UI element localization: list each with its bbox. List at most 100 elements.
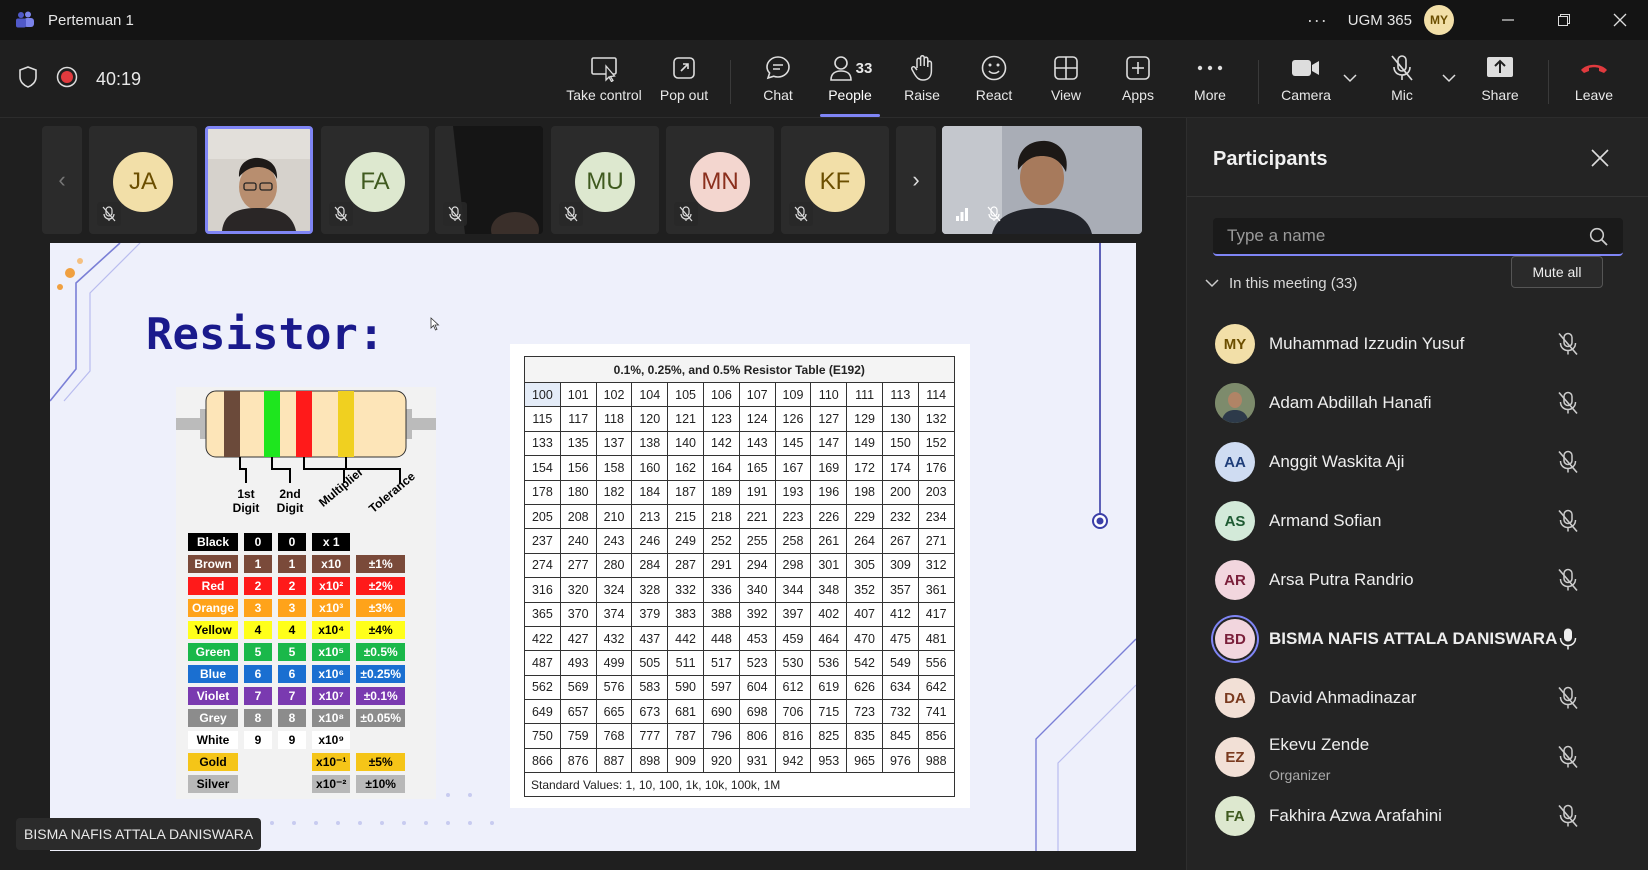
participant-row[interactable]: MY Muhammad Izzudin Yusuf	[1187, 314, 1648, 374]
color-code-d1: 9	[244, 731, 273, 749]
mic-options-chevron-icon[interactable]	[1442, 70, 1456, 88]
participant-tile[interactable]: JA	[89, 126, 197, 234]
pop-out-button[interactable]: Pop out	[648, 52, 720, 112]
e192-cell: 274	[524, 552, 561, 579]
apps-button[interactable]: Apps	[1102, 52, 1174, 112]
participant-role: Organizer	[1269, 767, 1331, 783]
e192-row: 316 320 324 328 332 336 340 344 348 352 357 361	[524, 577, 955, 603]
mic-button[interactable]: Mic	[1366, 52, 1438, 112]
mute-all-button[interactable]: Mute all	[1511, 256, 1603, 288]
minimize-button[interactable]	[1480, 0, 1536, 40]
chat-button[interactable]: Chat	[742, 52, 814, 112]
participant-row[interactable]: EZ Ekevu Zende Organizer	[1187, 727, 1648, 787]
participant-row[interactable]: Adam Abdillah Hanafi	[1187, 373, 1648, 433]
e192-cell: 104	[631, 381, 669, 408]
e192-cell: 198	[846, 479, 883, 505]
take-control-label: Take control	[566, 87, 642, 103]
participant-tile[interactable]: MN	[666, 126, 774, 234]
mic-muted-icon[interactable]	[1557, 686, 1581, 710]
resistor-color-code-chart: 1st Digit 2nd Digit Multiplier Tolerance…	[176, 387, 436, 799]
mic-muted-icon[interactable]	[1557, 804, 1581, 828]
strip-prev-button[interactable]: ‹	[42, 126, 82, 234]
participant-row[interactable]: AA Anggit Waskita Aji	[1187, 432, 1648, 492]
view-button[interactable]: View	[1030, 52, 1102, 112]
mic-muted-icon[interactable]	[1557, 450, 1581, 474]
e192-row: 422 427 432 437 442 448 453 459 464 470 475 481	[524, 625, 955, 652]
meeting-toolbar: 40:19 Take control Pop out Chat 33 Peopl…	[0, 40, 1648, 118]
color-code-mult: x10³	[312, 599, 351, 617]
mic-on-icon[interactable]	[1557, 627, 1581, 651]
e192-cell: 806	[738, 723, 776, 749]
mic-muted-icon[interactable]	[1557, 509, 1581, 533]
more-dots-icon	[1197, 52, 1223, 84]
e192-cell: 221	[738, 503, 776, 530]
participant-name: Adam Abdillah Hanafi	[1269, 393, 1432, 412]
color-code-d1	[244, 753, 272, 771]
mic-muted-icon[interactable]	[1557, 391, 1581, 415]
mic-muted-icon[interactable]	[1557, 745, 1581, 769]
participant-avatar: AS	[1215, 501, 1255, 541]
react-button[interactable]: React	[958, 52, 1030, 112]
camera-label: Camera	[1281, 87, 1331, 103]
share-button[interactable]: Share	[1464, 52, 1536, 112]
e192-cell: 487	[524, 650, 561, 676]
participant-row[interactable]: BD BISMA NAFIS ATTALA DANISWARA	[1187, 609, 1648, 669]
color-code-d2: 5	[278, 643, 307, 661]
participant-row[interactable]: FA Fakhira Azwa Arafahini	[1187, 786, 1648, 846]
e192-cell: 156	[559, 455, 597, 481]
participant-tile[interactable]: MU	[551, 126, 659, 234]
close-window-button[interactable]	[1592, 0, 1648, 40]
smiley-icon	[980, 52, 1008, 84]
shared-slide: Resistor: 1st Digit 2nd Digit Multiplier…	[50, 243, 1136, 851]
raise-hand-icon	[909, 52, 935, 84]
participant-row[interactable]: DA David Ahmadinazar	[1187, 668, 1648, 728]
e192-cell: 365	[524, 601, 561, 627]
mic-muted-icon	[1389, 52, 1415, 84]
take-control-button[interactable]: Take control	[566, 52, 642, 112]
leave-button[interactable]: Leave	[1558, 52, 1630, 112]
mic-muted-icon[interactable]	[1557, 568, 1581, 592]
participant-video-tile[interactable]	[435, 126, 543, 234]
color-code-row: White 9 9 x10⁹	[188, 731, 405, 749]
e192-cell: 412	[881, 601, 919, 627]
participant-video-tile[interactable]	[205, 126, 313, 234]
search-input[interactable]	[1227, 224, 1567, 248]
color-code-d1: 1	[244, 555, 273, 573]
search-icon[interactable]	[1589, 227, 1609, 252]
color-code-tol: ±10%	[356, 775, 405, 793]
in-meeting-toggle[interactable]: In this meeting (33)	[1205, 268, 1357, 298]
color-code-row: Gold x10⁻¹ ±5%	[188, 753, 405, 771]
recording-icon	[56, 66, 78, 93]
e192-cell: 626	[846, 674, 883, 701]
e192-cell: 876	[559, 747, 597, 774]
more-button[interactable]: More	[1174, 52, 1246, 112]
color-code-tol: ±2%	[356, 577, 405, 595]
mic-muted-icon[interactable]	[1557, 332, 1581, 356]
participant-video-icon	[208, 129, 310, 231]
e192-cell: 140	[667, 430, 704, 457]
participant-row[interactable]: AS Armand Sofian	[1187, 491, 1648, 551]
color-code-mult: x10⁶	[312, 665, 351, 683]
participant-tile[interactable]: FA	[321, 126, 429, 234]
e192-cell: 931	[738, 747, 776, 774]
e192-cell: 920	[702, 747, 740, 774]
camera-button[interactable]: Camera	[1270, 52, 1342, 112]
participant-row[interactable]: AR Arsa Putra Randrio	[1187, 550, 1648, 610]
color-code-name: Yellow	[188, 621, 239, 639]
restore-button[interactable]	[1536, 0, 1592, 40]
people-label: People	[828, 87, 872, 103]
color-code-name: Black	[188, 533, 239, 551]
user-avatar[interactable]: MY	[1424, 5, 1454, 35]
people-button[interactable]: 33 People	[814, 52, 886, 112]
self-video-tile[interactable]	[942, 126, 1142, 234]
strip-next-button[interactable]: ›	[896, 126, 936, 234]
close-panel-button[interactable]	[1590, 148, 1614, 172]
more-options-icon[interactable]: ···	[1307, 10, 1328, 31]
raise-hand-button[interactable]: Raise	[886, 52, 958, 112]
e192-cell: 287	[667, 552, 704, 579]
e192-cell: 100	[524, 381, 561, 408]
participant-tile[interactable]: KF	[781, 126, 889, 234]
e192-cell: 536	[810, 650, 848, 676]
camera-options-chevron-icon[interactable]	[1343, 70, 1357, 88]
e192-cell: 657	[559, 699, 597, 725]
